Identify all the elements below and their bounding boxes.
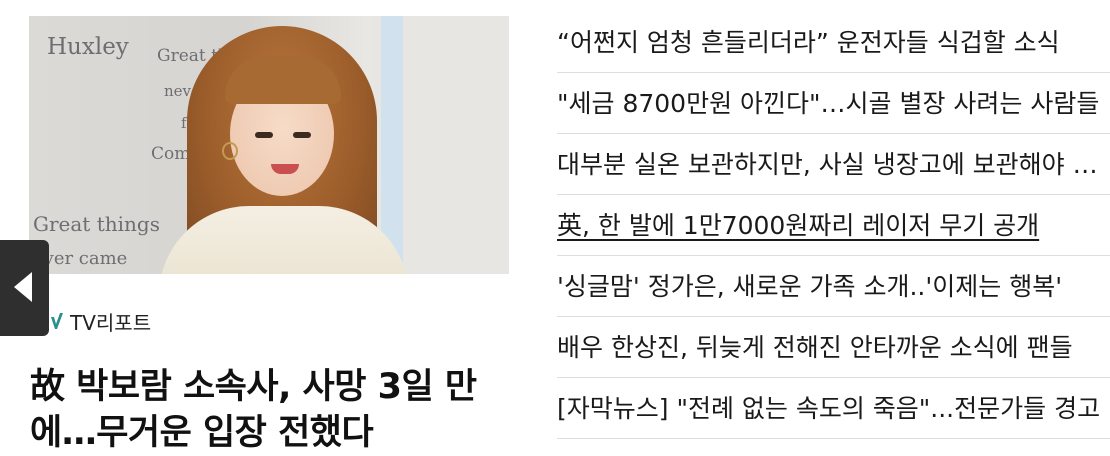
article-headline[interactable]: 故 박보람 소속사, 사망 3일 만에…무거운 입장 전했다 (30, 364, 510, 456)
related-article-title: 대부분 실온 보관하지만, 사실 냉장고에 보관해야 하는 것 (557, 150, 1110, 179)
related-article-item[interactable]: 배우 한상진, 뒤늦게 전해진 안타까운 소식에 팬들 (557, 317, 1110, 378)
related-article-title: 배우 한상진, 뒤늦게 전해진 안타까운 소식에 팬들 (557, 333, 1073, 362)
related-article-item[interactable]: '싱글맘' 정가은, 새로운 가족 소개..'이제는 행복' (557, 256, 1110, 317)
photo-sign-text: Great things (33, 212, 160, 236)
previous-button[interactable] (0, 240, 49, 336)
article-source: TV리포트 (50, 306, 151, 336)
related-article-item-hovered[interactable]: 英, 한 발에 1만7000원짜리 레이저 무기 공개 (557, 195, 1110, 256)
related-article-title: "세금 8700만원 아낀다"…시골 별장 사려는 사람들 (557, 89, 1100, 118)
related-articles-list: “어쩐지 엄청 흔들리더라” 운전자들 식겁할 소식 "세금 8700만원 아낀… (557, 12, 1110, 439)
related-article-title: “어쩐지 엄청 흔들리더라” 운전자들 식겁할 소식 (557, 28, 1060, 57)
photo-subject-earring (222, 142, 238, 160)
photo-sign-brand: Huxley (47, 34, 129, 60)
related-article-title: '싱글맘' 정가은, 새로운 가족 소개..'이제는 행복' (557, 272, 1063, 301)
featured-article[interactable]: Huxley Great thi never c fro Comf Great … (0, 0, 540, 453)
featured-photo[interactable]: Huxley Great thi never c fro Comf Great … (29, 16, 509, 274)
related-article-item[interactable]: 대부분 실온 보관하지만, 사실 냉장고에 보관해야 하는 것 (557, 134, 1110, 195)
photo-subject-eye (293, 132, 311, 138)
photo-subject-bangs (225, 56, 341, 104)
related-article-title: 英, 한 발에 1만7000원짜리 레이저 무기 공개 (557, 211, 1040, 240)
tv-report-logo-icon (51, 313, 63, 329)
left-arrow-icon (14, 272, 32, 302)
related-article-item[interactable]: [자막뉴스] "전례 없는 속도의 죽음"...전문가들 경고 (557, 378, 1110, 439)
photo-subject-eye (255, 132, 273, 138)
source-name: TV리포트 (70, 310, 152, 335)
related-article-item[interactable]: “어쩐지 엄청 흔들리더라” 운전자들 식겁할 소식 (557, 12, 1110, 73)
related-article-title: [자막뉴스] "전례 없는 속도의 죽음"...전문가들 경고 (557, 394, 1101, 423)
related-article-item[interactable]: "세금 8700만원 아낀다"…시골 별장 사려는 사람들 (557, 73, 1110, 134)
